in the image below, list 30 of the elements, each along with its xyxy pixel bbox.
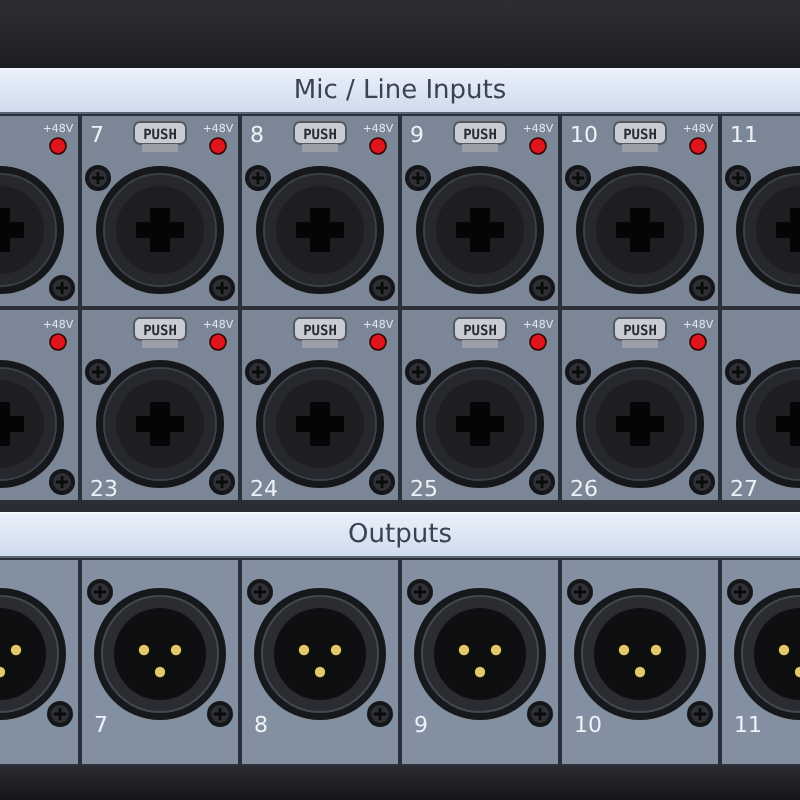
xlr-jack-drawing[interactable] [727,579,800,720]
combo-jack-drawing[interactable] [0,360,75,495]
combo-jack-drawing[interactable] [245,165,395,301]
channel-number: 7 [94,712,108,738]
channel-number: 8 [254,712,268,738]
channel-number: 27 [730,476,758,502]
combo-jack-drawing[interactable] [405,359,555,495]
combo-jack-drawing[interactable] [405,165,555,301]
combo-jack-drawing[interactable] [245,359,395,495]
section-title: Mic / Line Inputs [293,78,507,104]
channel-number: 9 [414,712,428,738]
combo-jack-drawing[interactable] [85,165,235,301]
channel-number: 8 [250,122,264,148]
channel-number: 10 [574,712,602,738]
xlr-jack-drawing[interactable] [0,588,73,727]
channel-number: 11 [730,122,758,148]
channel-number: 11 [734,712,762,738]
channel-number: 9 [410,122,424,148]
channel-number: 7 [90,122,104,148]
combo-jack-drawing[interactable] [565,165,715,301]
channel-number: 23 [90,476,118,502]
channel-number: 26 [570,476,598,502]
channel-number: 25 [410,476,438,502]
combo-jack-drawing[interactable] [85,359,235,495]
channel-number: 24 [250,476,278,502]
section-title: Outputs [348,522,452,548]
combo-jack-drawing[interactable] [725,165,800,294]
combo-jack-drawing[interactable] [565,359,715,495]
channel-number: 10 [570,122,598,148]
combo-jack-drawing[interactable] [0,166,75,301]
